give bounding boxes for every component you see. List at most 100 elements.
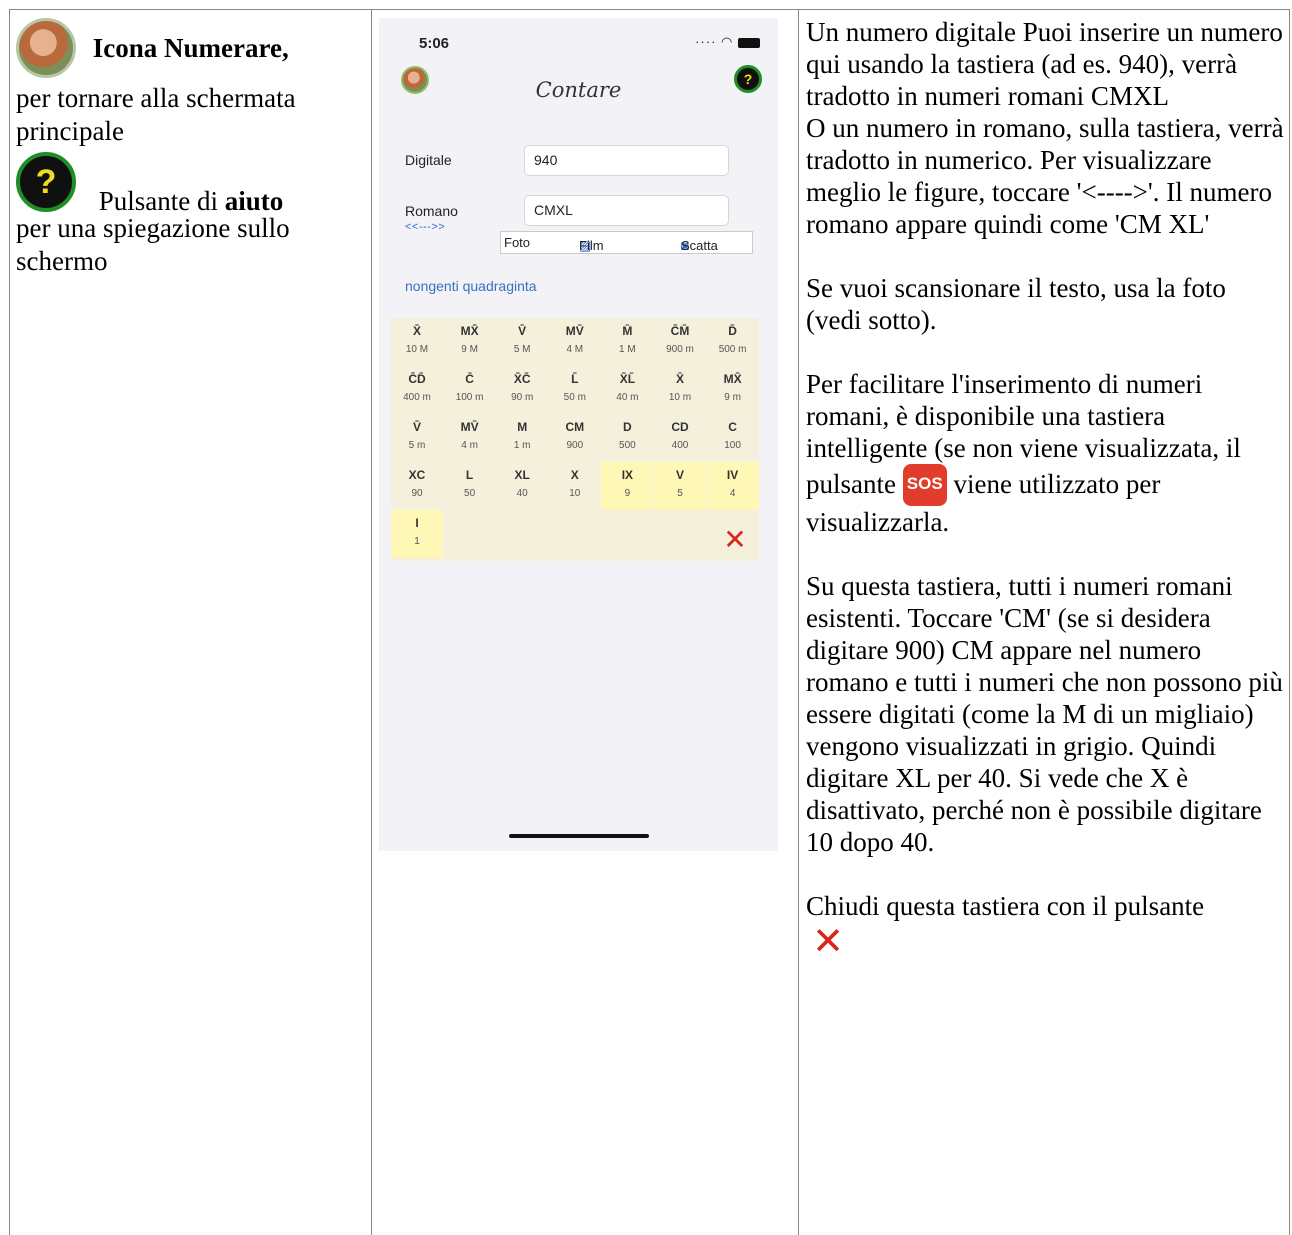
battery-icon (738, 37, 760, 48)
key-symbol: D (623, 420, 632, 434)
avatar-icon (16, 18, 76, 78)
key-symbol: MX̄ (723, 372, 742, 386)
column-divider (1289, 9, 1290, 1235)
keyboard-key[interactable]: C 100 (707, 414, 759, 462)
keyboard-key[interactable]: C̄ 100 m (444, 366, 496, 414)
keyboard-key[interactable]: X̄C̄ 90 m (496, 366, 548, 414)
icon-title: Icona Numerare, (92, 32, 289, 63)
keyboard-key[interactable]: M̄ 1 M (601, 318, 653, 366)
key-value: 9 M (461, 344, 478, 355)
foto-label: Foto (504, 235, 531, 250)
keyboard-key[interactable]: C̄M̄ 900 m (654, 318, 706, 366)
digital-label: Digitale (405, 152, 452, 168)
close-x-icon: ✕ (812, 919, 844, 963)
left-column: Icona Numerare, per tornare alla scherma… (16, 18, 366, 278)
key-value: 100 m (455, 392, 484, 403)
key-symbol: V (675, 468, 684, 482)
key-symbol: L̄ (571, 372, 579, 386)
key-symbol: X̄ (412, 324, 421, 338)
key-value: 50 (464, 488, 476, 499)
key-value: 5 M (513, 344, 531, 355)
keyboard-key[interactable]: X̄ 10 m (654, 366, 706, 414)
key-symbol: X̄ (675, 372, 684, 386)
key-value: 4 m (461, 440, 478, 451)
key-value: 500 m (718, 344, 747, 355)
keyboard-key[interactable]: V5 (654, 462, 706, 510)
right-column: Un numero digitale Puoi inserire un nume… (806, 16, 1288, 961)
key-symbol: X̄C̄ (513, 372, 531, 386)
help-button[interactable]: ? (734, 65, 762, 93)
key-value: 4 (729, 488, 736, 499)
keyboard-key[interactable]: D̄ 500 m (707, 318, 759, 366)
key-symbol: V̄ (518, 324, 527, 338)
key-symbol: C̄M̄ (670, 324, 690, 338)
key-value: 500 (619, 440, 636, 451)
roman-keyboard: X̄ 10 M MX̄ 9 M V̄ 5 M MV̄ 4 M M̄ 1 M C̄M̄ 900 m D̄ 5… (391, 318, 759, 561)
key-symbol: MV̄ (565, 324, 584, 338)
keyboard-key[interactable]: CD 400 (654, 414, 706, 462)
keyboard-key[interactable]: CM 900 (549, 414, 601, 462)
keyboard-key[interactable]: MV̄ 4 m (444, 414, 496, 462)
keyboard-key[interactable]: V̄ 5 m (391, 414, 443, 462)
key-symbol: MV̄ (460, 420, 479, 434)
key-value: 5 m (408, 440, 426, 451)
keyboard-key[interactable]: V̄ 5 M (496, 318, 548, 366)
keyboard-key[interactable]: X̄ 10 M (391, 318, 443, 366)
key-value: 400 m (403, 392, 431, 403)
key-value: 9 (624, 488, 631, 499)
paragraph-roman: O un numero in romano, sulla tastiera, v… (806, 113, 1284, 239)
key-symbol: C̄ (465, 372, 474, 386)
keyboard-key[interactable]: X̄L̄ 40 m (601, 366, 653, 414)
keyboard-key[interactable]: C̄D̄ 400 m (391, 366, 443, 414)
keyboard-key[interactable]: XC 90 (391, 462, 443, 510)
help-icon: ? (16, 152, 76, 212)
key-symbol: M (517, 420, 528, 434)
key-value: 40 m (616, 392, 639, 403)
keyboard-key[interactable]: I1 (391, 510, 443, 558)
key-value: 5 (677, 488, 683, 499)
keyboard-key[interactable]: XL 40 (496, 462, 548, 510)
keyboard-key[interactable]: IX 9 (601, 462, 654, 510)
phone-screenshot: 5:06 ···· ◠ Contare ? Digitale 940 Roman… (379, 18, 778, 851)
key-value: 1 (414, 536, 420, 547)
key-value: 90 m (511, 392, 534, 403)
wifi-icon: ◠ (721, 34, 734, 49)
keyboard-key[interactable]: M 1 m (496, 414, 548, 462)
key-value: 10 (569, 488, 581, 499)
keyboard-key[interactable]: MV̄ 4 M (549, 318, 601, 366)
key-symbol: IX (621, 468, 634, 482)
key-value: 1 m (513, 440, 531, 451)
key-symbol: M̄ (622, 324, 633, 338)
key-symbol: I (415, 516, 419, 530)
sos-icon: SOS (902, 464, 947, 506)
home-indicator (509, 834, 649, 838)
paragraph-scan: Se vuoi scansionare il testo, usa la fot… (806, 273, 1226, 335)
digital-input[interactable]: 940 (524, 145, 729, 176)
keyboard-key[interactable]: IV 4 (706, 462, 759, 510)
keyboard-key[interactable]: L 50 (444, 462, 496, 510)
key-symbol: C (728, 420, 737, 434)
paragraph-keyboard: Per facilitare l'inserimento di numeri r… (806, 369, 1241, 537)
key-symbol: C̄D̄ (408, 372, 426, 386)
keyboard-key[interactable]: X 10 (549, 462, 601, 510)
key-symbol: X (570, 468, 579, 482)
keyboard-key[interactable]: MX̄ 9 m (707, 366, 759, 414)
help-description: per una spiegazione sullo schermo (16, 213, 290, 276)
spacing-toggle-button[interactable]: <<--->> (405, 221, 445, 233)
keyboard-key[interactable]: D 500 (601, 414, 653, 462)
photo-bar: Foto ▨ Film ◙ Scatta (500, 231, 753, 254)
keyboard-key[interactable]: MX̄ 9 M (444, 318, 496, 366)
number-words: nongenti quadraginta (405, 278, 537, 294)
key-symbol: CD (671, 420, 689, 434)
screen-title: Contare (535, 78, 622, 102)
paragraph-close: Chiudi questa tastiera con il pulsante (806, 891, 1205, 921)
close-keyboard-button[interactable]: ✕ (717, 522, 753, 558)
roman-input[interactable]: CMXL (524, 195, 729, 226)
key-value: 900 (566, 440, 584, 451)
key-value: 4 M (566, 344, 584, 355)
keyboard-key[interactable]: L̄ 50 m (549, 366, 601, 414)
key-symbol: XC (408, 468, 426, 482)
roman-label: Romano (405, 203, 458, 219)
paragraph-usage: Su questa tastiera, tutti i numeri roman… (806, 571, 1283, 857)
key-value: 9 m (724, 392, 741, 403)
